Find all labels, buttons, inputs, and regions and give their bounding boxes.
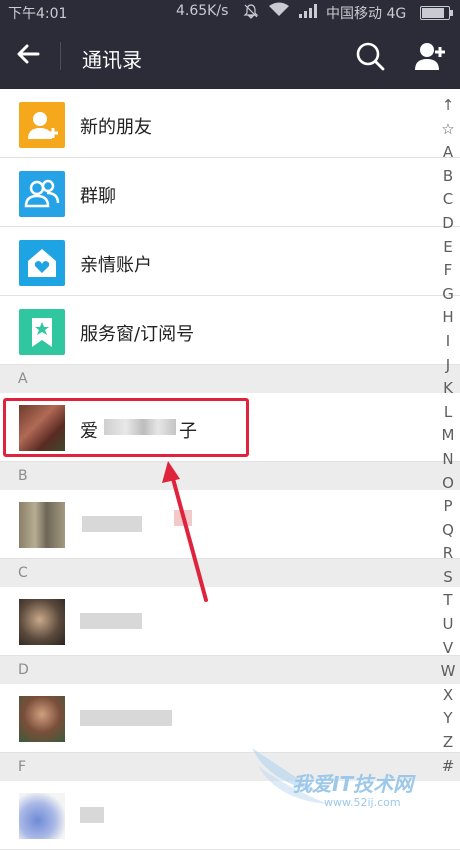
index-letter[interactable]: A bbox=[436, 141, 460, 165]
index-letter[interactable]: Q bbox=[436, 519, 460, 543]
menu-label: 亲情账户 bbox=[80, 255, 152, 276]
battery-fill bbox=[422, 8, 445, 18]
index-letter[interactable]: W bbox=[436, 660, 460, 684]
group-chat-icon bbox=[19, 171, 65, 217]
wifi-icon bbox=[268, 2, 290, 22]
contact-row[interactable] bbox=[0, 587, 460, 656]
avatar bbox=[19, 599, 65, 645]
index-letter[interactable]: T bbox=[436, 589, 460, 613]
menu-group-chat[interactable]: 群聊 bbox=[0, 158, 460, 227]
menu-family-account[interactable]: 亲情账户 bbox=[0, 227, 460, 296]
index-letter[interactable]: X bbox=[436, 684, 460, 708]
add-user-icon[interactable] bbox=[414, 39, 448, 73]
avatar bbox=[19, 696, 65, 742]
index-letter[interactable]: N bbox=[436, 448, 460, 472]
battery-icon bbox=[420, 6, 453, 20]
index-letter[interactable]: K bbox=[436, 377, 460, 401]
index-letter[interactable]: V bbox=[436, 637, 460, 661]
index-letter[interactable]: G bbox=[436, 283, 460, 307]
index-letter[interactable]: P bbox=[436, 495, 460, 519]
blurred-name bbox=[80, 710, 172, 726]
family-account-icon bbox=[19, 240, 65, 286]
index-letter[interactable]: M bbox=[436, 424, 460, 448]
watermark: 我爱IT技术网 www.52ij.com bbox=[248, 742, 458, 814]
title-divider bbox=[60, 42, 61, 70]
new-friend-icon bbox=[19, 102, 65, 148]
index-letter[interactable]: L bbox=[436, 401, 460, 425]
index-letter[interactable]: O bbox=[436, 472, 460, 496]
index-letter[interactable]: B bbox=[436, 165, 460, 189]
index-letter[interactable]: R bbox=[436, 542, 460, 566]
index-letter[interactable]: E bbox=[436, 236, 460, 260]
index-letter[interactable]: J bbox=[436, 354, 460, 378]
menu-label: 群聊 bbox=[80, 186, 116, 207]
avatar bbox=[19, 793, 65, 839]
index-letter[interactable]: ☆ bbox=[436, 118, 460, 142]
blurred-name bbox=[80, 807, 104, 823]
section-header-d: D bbox=[0, 656, 460, 684]
signal-icon bbox=[298, 3, 320, 23]
contact-row[interactable] bbox=[0, 490, 460, 559]
alphabet-index[interactable]: ↑ ☆ A B C D E F G H I J K L M N O P Q R S T U V W X Y Z # bbox=[436, 94, 460, 778]
menu-service-window[interactable]: 服务窗/订阅号 bbox=[0, 296, 460, 365]
back-arrow-icon[interactable] bbox=[12, 38, 44, 70]
service-window-icon bbox=[19, 309, 65, 355]
contact-list: 新的朋友 群聊 亲情账户 服务窗/订阅号 A 爱 子 B C D F bbox=[0, 89, 460, 850]
avatar bbox=[19, 502, 65, 548]
annotation-arrow bbox=[162, 461, 208, 602]
mute-bell-icon bbox=[243, 3, 259, 23]
section-header-c: C bbox=[0, 559, 460, 587]
index-letter[interactable]: H bbox=[436, 306, 460, 330]
menu-label: 服务窗/订阅号 bbox=[80, 324, 195, 345]
status-bar: 下午4:01 4.65K/s 中国移动 4G bbox=[0, 0, 460, 24]
watermark-url: www.52ij.com bbox=[324, 796, 401, 809]
section-header-a: A bbox=[0, 365, 460, 393]
search-icon[interactable] bbox=[354, 40, 386, 72]
section-header-b: B bbox=[0, 462, 460, 490]
menu-new-friends[interactable]: 新的朋友 bbox=[0, 89, 460, 158]
menu-label: 新的朋友 bbox=[80, 117, 152, 138]
index-letter[interactable]: C bbox=[436, 188, 460, 212]
watermark-title: 我爱IT技术网 bbox=[292, 772, 414, 796]
index-letter[interactable]: U bbox=[436, 613, 460, 637]
highlight-box bbox=[3, 398, 249, 457]
blurred-name bbox=[80, 613, 142, 629]
index-letter[interactable]: ↑ bbox=[436, 94, 460, 118]
index-letter[interactable]: I bbox=[436, 330, 460, 354]
index-letter[interactable]: Y bbox=[436, 707, 460, 731]
index-letter[interactable]: D bbox=[436, 212, 460, 236]
index-letter[interactable]: F bbox=[436, 259, 460, 283]
page-title: 通讯录 bbox=[82, 48, 142, 72]
carrier-label: 中国移动 4G bbox=[326, 6, 407, 22]
network-speed: 4.65K/s bbox=[176, 3, 229, 19]
index-letter[interactable]: S bbox=[436, 566, 460, 590]
blurred-name bbox=[82, 516, 142, 532]
status-time: 下午4:01 bbox=[8, 6, 68, 22]
title-bar: 通讯录 bbox=[0, 24, 460, 89]
